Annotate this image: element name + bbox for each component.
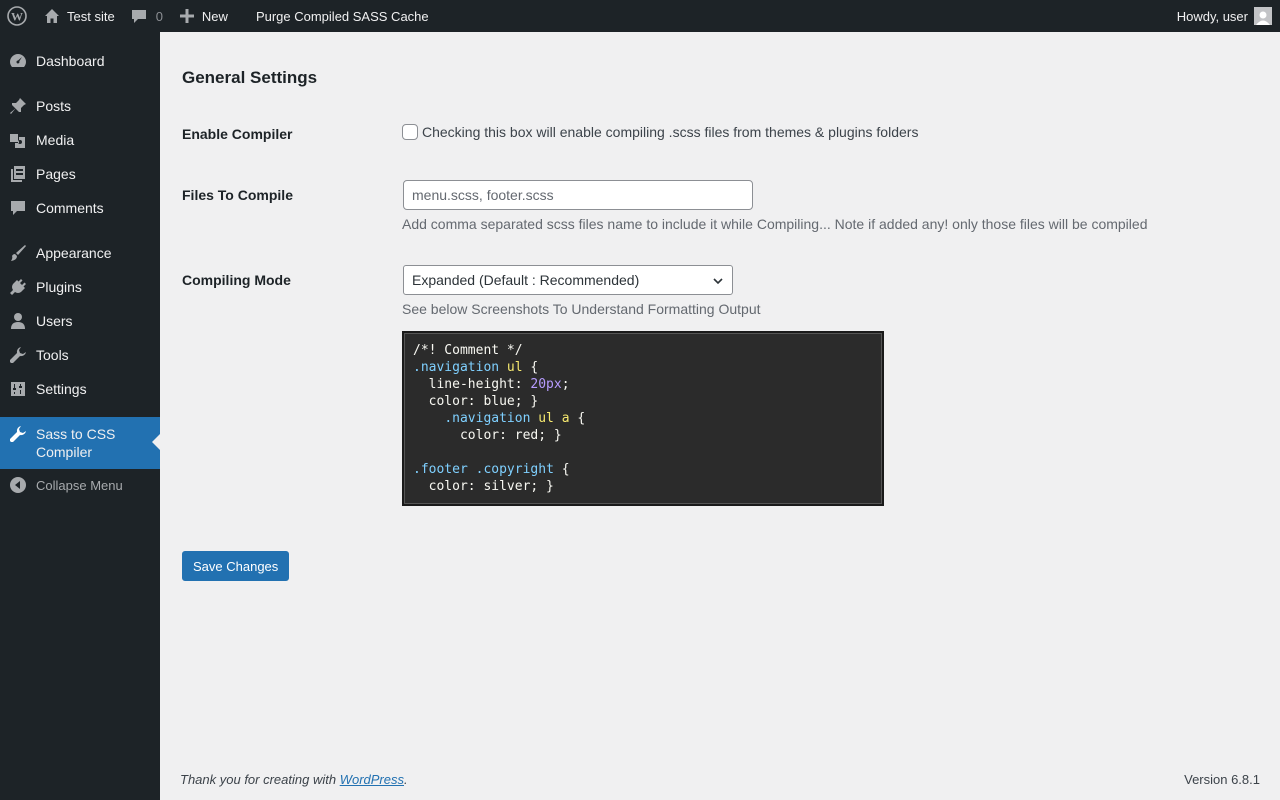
wordpress-link[interactable]: WordPress <box>340 772 404 787</box>
site-name-label: Test site <box>67 8 115 24</box>
sidebar-item-media[interactable]: Media <box>0 123 160 157</box>
compiling-mode-label: Compiling Mode <box>182 272 291 288</box>
admin-bar: W Test site 0 New Purge Compiled SASS Ca… <box>0 0 1280 32</box>
sidebar-item-appearance[interactable]: Appearance <box>0 236 160 270</box>
enable-compiler-checkbox[interactable] <box>402 124 418 140</box>
svg-text:W: W <box>11 10 23 24</box>
sidebar-item-label-line1: Sass to CSS <box>36 426 116 442</box>
sidebar-item-label: Appearance <box>36 245 112 261</box>
collapse-arrow-icon <box>0 476 36 494</box>
sidebar-item-label: Posts <box>36 98 72 114</box>
site-name-link[interactable]: Test site <box>34 0 123 32</box>
sidebar-item-label: Plugins <box>36 279 82 295</box>
comments-count: 0 <box>155 8 163 24</box>
sidebar-item-users[interactable]: Users <box>0 304 160 338</box>
code-line: .footer .copyright { <box>413 462 570 477</box>
compiling-mode-select[interactable]: Expanded (Default : Recommended) <box>403 265 733 295</box>
admin-sidebar: Dashboard Posts Media Pages Comments App… <box>0 32 160 800</box>
sidebar-item-posts[interactable]: Posts <box>0 89 160 123</box>
sidebar-item-pages[interactable]: Pages <box>0 157 160 191</box>
enable-compiler-field: Checking this box will enable compiling … <box>402 124 918 140</box>
formatting-output-preview: /*! Comment */ .navigation ul { line-heig… <box>402 331 884 506</box>
sidebar-item-label: Tools <box>36 347 69 363</box>
compiling-mode-description: See below Screenshots To Understand Form… <box>402 301 761 317</box>
code-line: color: blue; } <box>413 394 539 409</box>
howdy-label: Howdy, user <box>1176 8 1248 24</box>
version-label: Version 6.8.1 <box>1184 772 1260 787</box>
code-line: .navigation ul a { <box>444 411 586 426</box>
sidebar-item-settings[interactable]: Settings <box>0 372 160 406</box>
sidebar-item-label: Media <box>36 132 75 148</box>
chevron-down-icon <box>713 278 723 285</box>
sidebar-item-label: Sass to CSS Compiler <box>36 425 115 461</box>
wrench-icon <box>0 425 36 443</box>
sidebar-item-sass-to-css-compiler[interactable]: Sass to CSS Compiler <box>0 417 160 469</box>
pages-icon <box>0 165 36 183</box>
pushpin-icon <box>0 97 36 115</box>
collapse-menu-button[interactable]: Collapse Menu <box>0 468 160 502</box>
comment-icon <box>0 199 36 217</box>
code-line: .navigation ul { <box>413 360 539 375</box>
sidebar-item-tools[interactable]: Tools <box>0 338 160 372</box>
wrench-icon <box>0 346 36 364</box>
code-line: /*! Comment */ <box>413 343 523 358</box>
code-line: color: red; } <box>413 428 562 443</box>
user-account-link[interactable]: Howdy, user <box>1177 0 1272 32</box>
purge-cache-link[interactable]: Purge Compiled SASS Cache <box>236 0 439 32</box>
sidebar-item-comments[interactable]: Comments <box>0 191 160 225</box>
sidebar-item-label-line2: Compiler <box>36 444 93 460</box>
enable-compiler-label: Enable Compiler <box>182 126 293 142</box>
sidebar-item-label: Comments <box>36 200 104 216</box>
files-to-compile-input[interactable] <box>403 180 753 210</box>
sidebar-item-dashboard[interactable]: Dashboard <box>0 44 160 78</box>
code-line: color: silver; } <box>413 479 554 494</box>
sidebar-item-plugins[interactable]: Plugins <box>0 270 160 304</box>
avatar <box>1254 7 1272 25</box>
code-line: ​ <box>413 444 873 461</box>
footer-thanks: Thank you for creating with WordPress. <box>180 772 408 787</box>
collapse-menu-label: Collapse Menu <box>36 477 123 493</box>
comment-icon <box>131 10 146 23</box>
sidebar-item-label: Dashboard <box>36 53 105 69</box>
new-label: New <box>201 8 228 24</box>
compiling-mode-selected: Expanded (Default : Recommended) <box>412 272 640 288</box>
sidebar-item-label: Pages <box>36 166 76 182</box>
user-icon <box>0 312 36 330</box>
sidebar-item-label: Settings <box>36 381 87 397</box>
brush-icon <box>0 244 36 262</box>
files-to-compile-label: Files To Compile <box>182 187 293 203</box>
main-content: General Settings Enable Compiler Checkin… <box>160 32 1280 800</box>
media-icon <box>0 131 36 149</box>
enable-compiler-description: Checking this box will enable compiling … <box>422 124 919 140</box>
code-line: line-height: 20px; <box>413 377 570 392</box>
new-content-link[interactable]: New <box>171 0 236 32</box>
comments-link[interactable]: 0 <box>123 0 171 32</box>
files-to-compile-description: Add comma separated scss files name to i… <box>402 216 1148 232</box>
wordpress-logo-icon[interactable]: W <box>0 0 34 32</box>
sidebar-item-label: Users <box>36 313 73 329</box>
page-title: General Settings <box>182 68 318 87</box>
home-icon <box>45 9 59 23</box>
save-changes-button[interactable]: Save Changes <box>182 551 290 581</box>
plus-icon <box>179 9 194 23</box>
sliders-icon <box>0 380 36 398</box>
plug-icon <box>0 278 36 296</box>
dashboard-icon <box>0 52 36 70</box>
